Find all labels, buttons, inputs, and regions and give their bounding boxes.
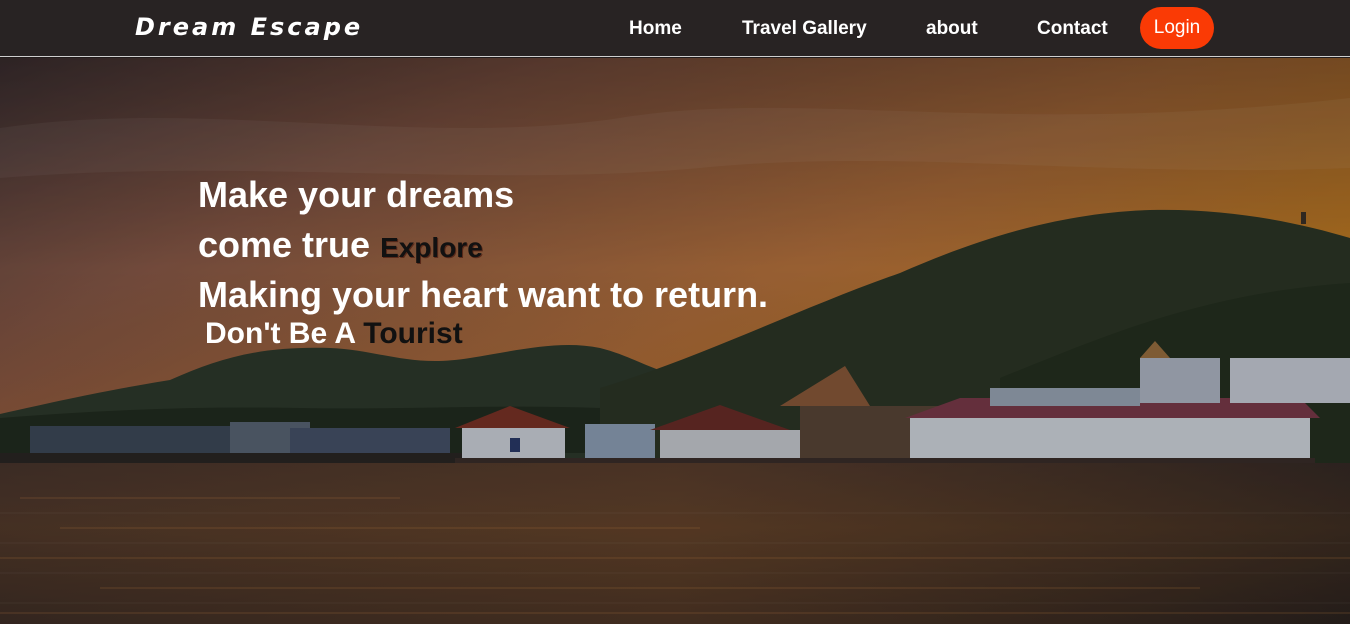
top-navbar: Dream Escape Home Travel Gallery about C… (0, 0, 1350, 57)
nav-link-contact[interactable]: Contact (1037, 18, 1108, 40)
hero-background-image (0, 58, 1350, 624)
nav-link-travel-gallery[interactable]: Travel Gallery (742, 18, 867, 40)
tagline-part-1: Don't Be A (205, 317, 355, 350)
hero-headline-line-3: Making your heart want to return. (198, 274, 769, 315)
hero-headline-line-1: Make your dreams (198, 174, 515, 215)
brand-logo[interactable]: Dream Escape (135, 13, 363, 41)
explore-link[interactable]: Explore (380, 232, 483, 263)
hero-headline-line-2: come true Explore (198, 224, 483, 266)
login-button[interactable]: Login (1140, 7, 1214, 49)
tagline-part-2: Tourist (363, 317, 463, 350)
hero-section: Make your dreams come true Explore Making… (0, 58, 1350, 624)
hero-headline-line-2-text: come true (198, 224, 371, 265)
hero-tagline: Don't Be A Tourist (205, 317, 463, 351)
nav-link-home[interactable]: Home (629, 18, 682, 40)
nav-link-about[interactable]: about (926, 18, 978, 40)
page: Dream Escape Home Travel Gallery about C… (0, 0, 1350, 624)
